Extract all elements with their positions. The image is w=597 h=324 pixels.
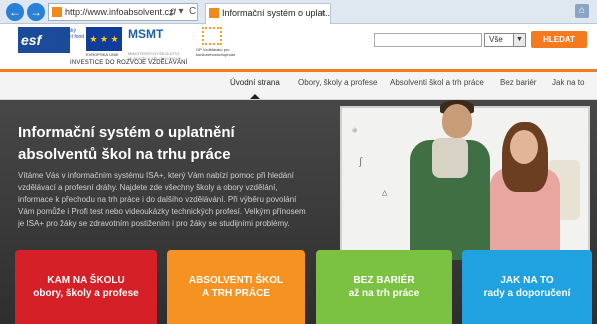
student-girl-head [510,130,538,164]
back-icon[interactable]: ← [6,3,24,21]
site-header: esf evropský sociální fond v ČR ★ ★ ★ EV… [0,24,597,70]
chevron-down-icon[interactable]: ▼ [513,34,525,46]
tile-jak-na-to[interactable]: JAK NA TO rady a doporučení [462,250,592,324]
tile-title: ABSOLVENTI ŠKOL [188,275,284,286]
esf-logo-text: evropský sociální fond v ČR [56,28,85,46]
hero-text: Vítáme Vás v informačním systému ISA+, k… [18,171,306,228]
search-scope-select[interactable]: Vše ▼ [484,33,526,47]
search-scope-value: Vše [489,35,503,44]
tab-favicon-icon [209,8,219,18]
eu-logo-text: EVROPSKÁ UNIE [86,52,119,57]
home-icon[interactable]: ⌂ [575,4,589,18]
student-boy-scarf [432,138,468,178]
tile-title: JAK NA TO [500,275,554,286]
browser-toolbar: ← → http://www.infoabsolvent.cz/ ρ ▾ C I… [0,0,597,24]
tile-kam-na-skolu[interactable]: KAM NA ŠKOLU obory, školy a profese [15,250,157,324]
tile-title: BEZ BARIÉR [353,275,415,286]
tile-subtitle: až na trh práce [348,288,420,299]
tile-title: KAM NA ŠKOLU [47,275,125,286]
hero-title: Informační systém o uplatnění absolventů… [18,124,235,163]
address-url: http://www.infoabsolvent.cz/ [65,7,177,17]
tab-title: Informační systém o uplat... [222,8,331,18]
main-navigation: Úvodní strana Obory, školy a profese Abs… [0,72,597,100]
atom-drawing-icon: ⚛ [352,126,358,136]
hero-banner: ⚛ ∫ △ Informační systém o uplatnění abso… [0,100,597,324]
nav-item-absolventi[interactable]: Absolventi škol a trh práce [390,72,484,99]
tile-subtitle: rady a doporučení [483,288,571,299]
tile-bez-barier[interactable]: BEZ BARIÉR až na trh práce [316,250,452,324]
msmt-logo: MSMT [128,27,164,41]
eu-stars-icon: ★ ★ ★ [89,34,119,44]
nav-item-home[interactable]: Úvodní strana [230,72,280,99]
oppa-mark-icon [202,27,222,45]
site-favicon-icon [52,7,62,17]
eu-flag-logo: ★ ★ ★ [86,27,122,51]
chart-drawing-icon: △ [382,188,388,198]
nav-item-label: Úvodní strana [230,78,280,87]
tab-close-icon[interactable]: × [321,4,326,22]
student-boy-head [442,104,472,138]
tagline: INVESTICE DO ROZVOJE VZDĚLÁVÁNÍ [70,60,188,66]
active-caret-icon [249,94,260,99]
tile-absolventi[interactable]: ABSOLVENTI ŠKOL A TRH PRÁCE [167,250,305,324]
nav-item-jak-na-to[interactable]: Jak na to [552,72,584,99]
search-input[interactable] [374,33,482,47]
tile-subtitle: obory, školy a profese [33,288,139,299]
search-button[interactable]: HLEDAT [531,31,587,48]
browser-tab[interactable]: Informační systém o uplat... × [205,3,331,24]
oppa-logo-text: OP Vzdělávání pro konkurenceschopnost [196,47,235,57]
oppa-logo: OP Vzdělávání pro konkurenceschopnost [196,27,236,57]
nav-item-obory[interactable]: Obory, školy a profese [298,72,377,99]
tile-subtitle: A TRH PRÁCE [202,288,270,299]
formula-drawing-icon: ∫ [358,158,364,168]
forward-icon[interactable]: → [27,3,45,21]
search-refresh-icons[interactable]: ρ ▾ C [170,3,196,21]
nav-item-bez-barier[interactable]: Bez bariér [500,72,536,99]
